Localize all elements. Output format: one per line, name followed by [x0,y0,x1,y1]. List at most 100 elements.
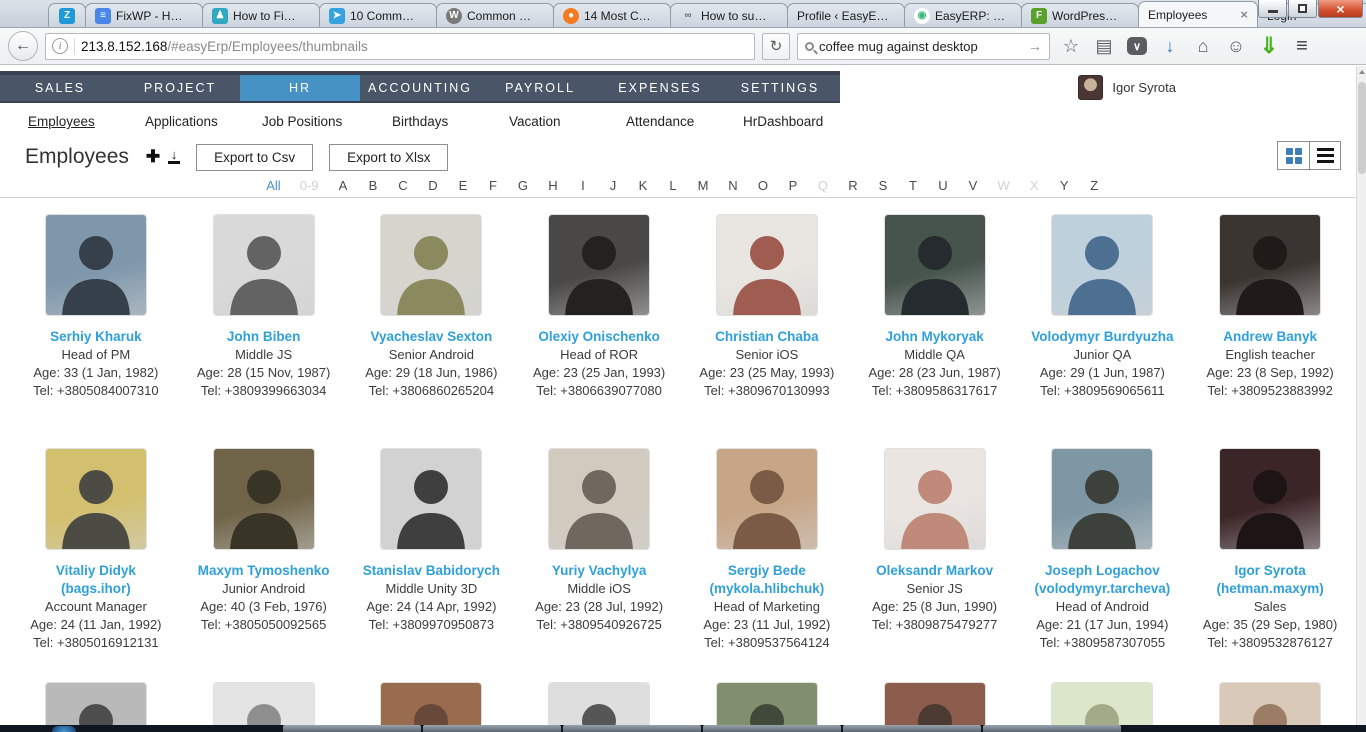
search-input[interactable] [819,38,1023,54]
alphabet-filter-s[interactable]: S [877,178,888,193]
alphabet-filter-m[interactable]: M [697,178,709,193]
employee-photo[interactable] [1052,449,1153,549]
employee-name-link[interactable]: Maxym Tymoshenko [198,562,330,580]
employee-photo[interactable] [213,215,314,315]
browser-tab[interactable]: ≡ FixWP - H… [85,3,203,27]
alphabet-filter-i[interactable]: I [577,178,588,193]
employee-photo[interactable] [45,449,146,549]
alphabet-filter-p[interactable]: P [787,178,798,193]
alphabet-filter-o[interactable]: O [757,178,768,193]
page-scrollbar[interactable] [1356,66,1366,732]
alphabet-filter-k[interactable]: K [637,178,648,193]
employee-photo[interactable] [884,449,985,549]
video-download-helper-icon[interactable]: ⇓ [1259,33,1279,59]
alphabet-filter-f[interactable]: F [487,178,498,193]
employee-photo[interactable] [381,449,482,549]
employee-photo[interactable] [381,215,482,315]
employee-name-link[interactable]: John Mykoryak [885,328,983,346]
employee-photo[interactable] [716,449,817,549]
erp-nav-item-sales[interactable]: SALES [0,75,120,101]
employee-photo[interactable] [1220,449,1321,549]
subnav-item-job-positions[interactable]: Job Positions [262,114,392,129]
add-employee-icon[interactable]: ✚ [146,147,160,167]
browser-tab[interactable]: ◉ EasyERP: … [904,3,1022,27]
restore-button[interactable] [1288,0,1317,18]
alphabet-filter-n[interactable]: N [727,178,738,193]
employee-name-link[interactable]: Serhiy Kharuk [50,328,142,346]
employee-photo[interactable] [1220,215,1321,315]
scrollbar-thumb[interactable] [1358,82,1366,174]
browser-tab[interactable]: F WordPres… [1021,3,1139,27]
hello-icon[interactable]: ☺ [1226,36,1246,57]
close-window-button[interactable]: × [1318,0,1363,18]
taskbar-button[interactable] [423,725,561,732]
import-icon[interactable]: ↓ [168,148,181,164]
minimize-button[interactable] [1258,0,1287,18]
erp-nav-item-payroll[interactable]: PAYROLL [480,75,600,101]
employee-photo[interactable] [213,449,314,549]
employee-name-link[interactable]: Yuriy Vachylya [552,562,647,580]
employee-name-link[interactable]: John Biben [227,328,301,346]
alphabet-filter-t[interactable]: T [907,178,918,193]
user-name[interactable]: Igor Syrota [1112,80,1176,95]
thumbnails-view-button[interactable] [1278,142,1309,169]
alphabet-filter-r[interactable]: R [847,178,858,193]
url-text[interactable]: 213.8.152.168/#easyErp/Employees/thumbna… [81,39,748,54]
taskbar-button[interactable] [283,725,421,732]
alphabet-filter-c[interactable]: C [397,178,408,193]
alphabet-filter-a[interactable]: A [337,178,348,193]
employee-name-link[interactable]: Vyacheslav Sexton [370,328,492,346]
alphabet-filter-y[interactable]: Y [1059,178,1070,193]
taskbar-button[interactable] [843,725,981,732]
export-csv-button[interactable]: Export to Csv [196,143,314,171]
home-icon[interactable]: ⌂ [1193,36,1213,57]
alphabet-filter-b[interactable]: B [367,178,378,193]
alphabet-filter-z[interactable]: Z [1089,178,1100,193]
browser-tab[interactable]: W Common … [436,3,554,27]
search-go-icon[interactable]: → [1028,38,1042,54]
alphabet-filter-e[interactable]: E [457,178,468,193]
erp-nav-item-accounting[interactable]: ACCOUNTING [360,75,480,101]
alphabet-filter-l[interactable]: L [667,178,678,193]
bookmark-star-icon[interactable]: ☆ [1061,36,1081,57]
alphabet-filter-g[interactable]: G [517,178,528,193]
erp-nav-item-project[interactable]: PROJECT [120,75,240,101]
erp-nav-item-settings[interactable]: SETTINGS [720,75,840,101]
search-bar[interactable]: → [797,32,1050,60]
list-view-button[interactable] [1309,142,1340,169]
subnav-item-vacation[interactable]: Vacation [509,114,626,129]
employee-name-link[interactable]: Sergiy Bede (mykola.hlibchuk) [692,562,842,598]
browser-tab[interactable]: ➤ 10 Comm… [319,3,437,27]
taskbar-button[interactable] [703,725,841,732]
browser-tab[interactable]: ♟ How to Fi… [202,3,320,27]
erp-nav-item-expenses[interactable]: EXPENSES [600,75,720,101]
employee-name-link[interactable]: Igor Syrota (hetman.maxym) [1195,562,1345,598]
alphabet-filter-d[interactable]: D [427,178,438,193]
employee-photo[interactable] [549,215,650,315]
employee-name-link[interactable]: Oleksandr Markov [876,562,993,580]
employee-name-link[interactable]: Andrew Banyk [1223,328,1317,346]
employee-name-link[interactable]: Stanislav Babidorych [363,562,500,580]
employee-photo[interactable] [1052,215,1153,315]
subnav-item-applications[interactable]: Applications [145,114,262,129]
reading-list-icon[interactable]: ▤ [1094,36,1114,57]
alphabet-filter-v[interactable]: V [967,178,978,193]
menu-icon[interactable]: ≡ [1292,35,1312,58]
alphabet-filter-all[interactable]: All [266,178,280,193]
subnav-item-hrdashboard[interactable]: HrDashboard [743,114,860,129]
browser-tab[interactable]: ∞ How to su… [670,3,788,27]
employee-name-link[interactable]: Joseph Logachov (volodymyr.tarcheva) [1027,562,1177,598]
reload-button[interactable]: ↻ [762,32,790,60]
taskbar-button[interactable] [983,725,1121,732]
employee-name-link[interactable]: Christian Chaba [715,328,819,346]
taskbar-button[interactable] [563,725,701,732]
erp-nav-item-hr[interactable]: HR [240,75,360,101]
windows-taskbar[interactable] [0,725,1366,732]
subnav-item-employees[interactable]: Employees [28,114,145,129]
tab-close-icon[interactable]: × [1240,7,1248,22]
export-xlsx-button[interactable]: Export to Xlsx [329,143,449,171]
pocket-icon[interactable]: ∨ [1127,37,1147,55]
employee-photo[interactable] [549,449,650,549]
user-avatar[interactable] [1078,74,1104,100]
employee-photo[interactable] [884,215,985,315]
